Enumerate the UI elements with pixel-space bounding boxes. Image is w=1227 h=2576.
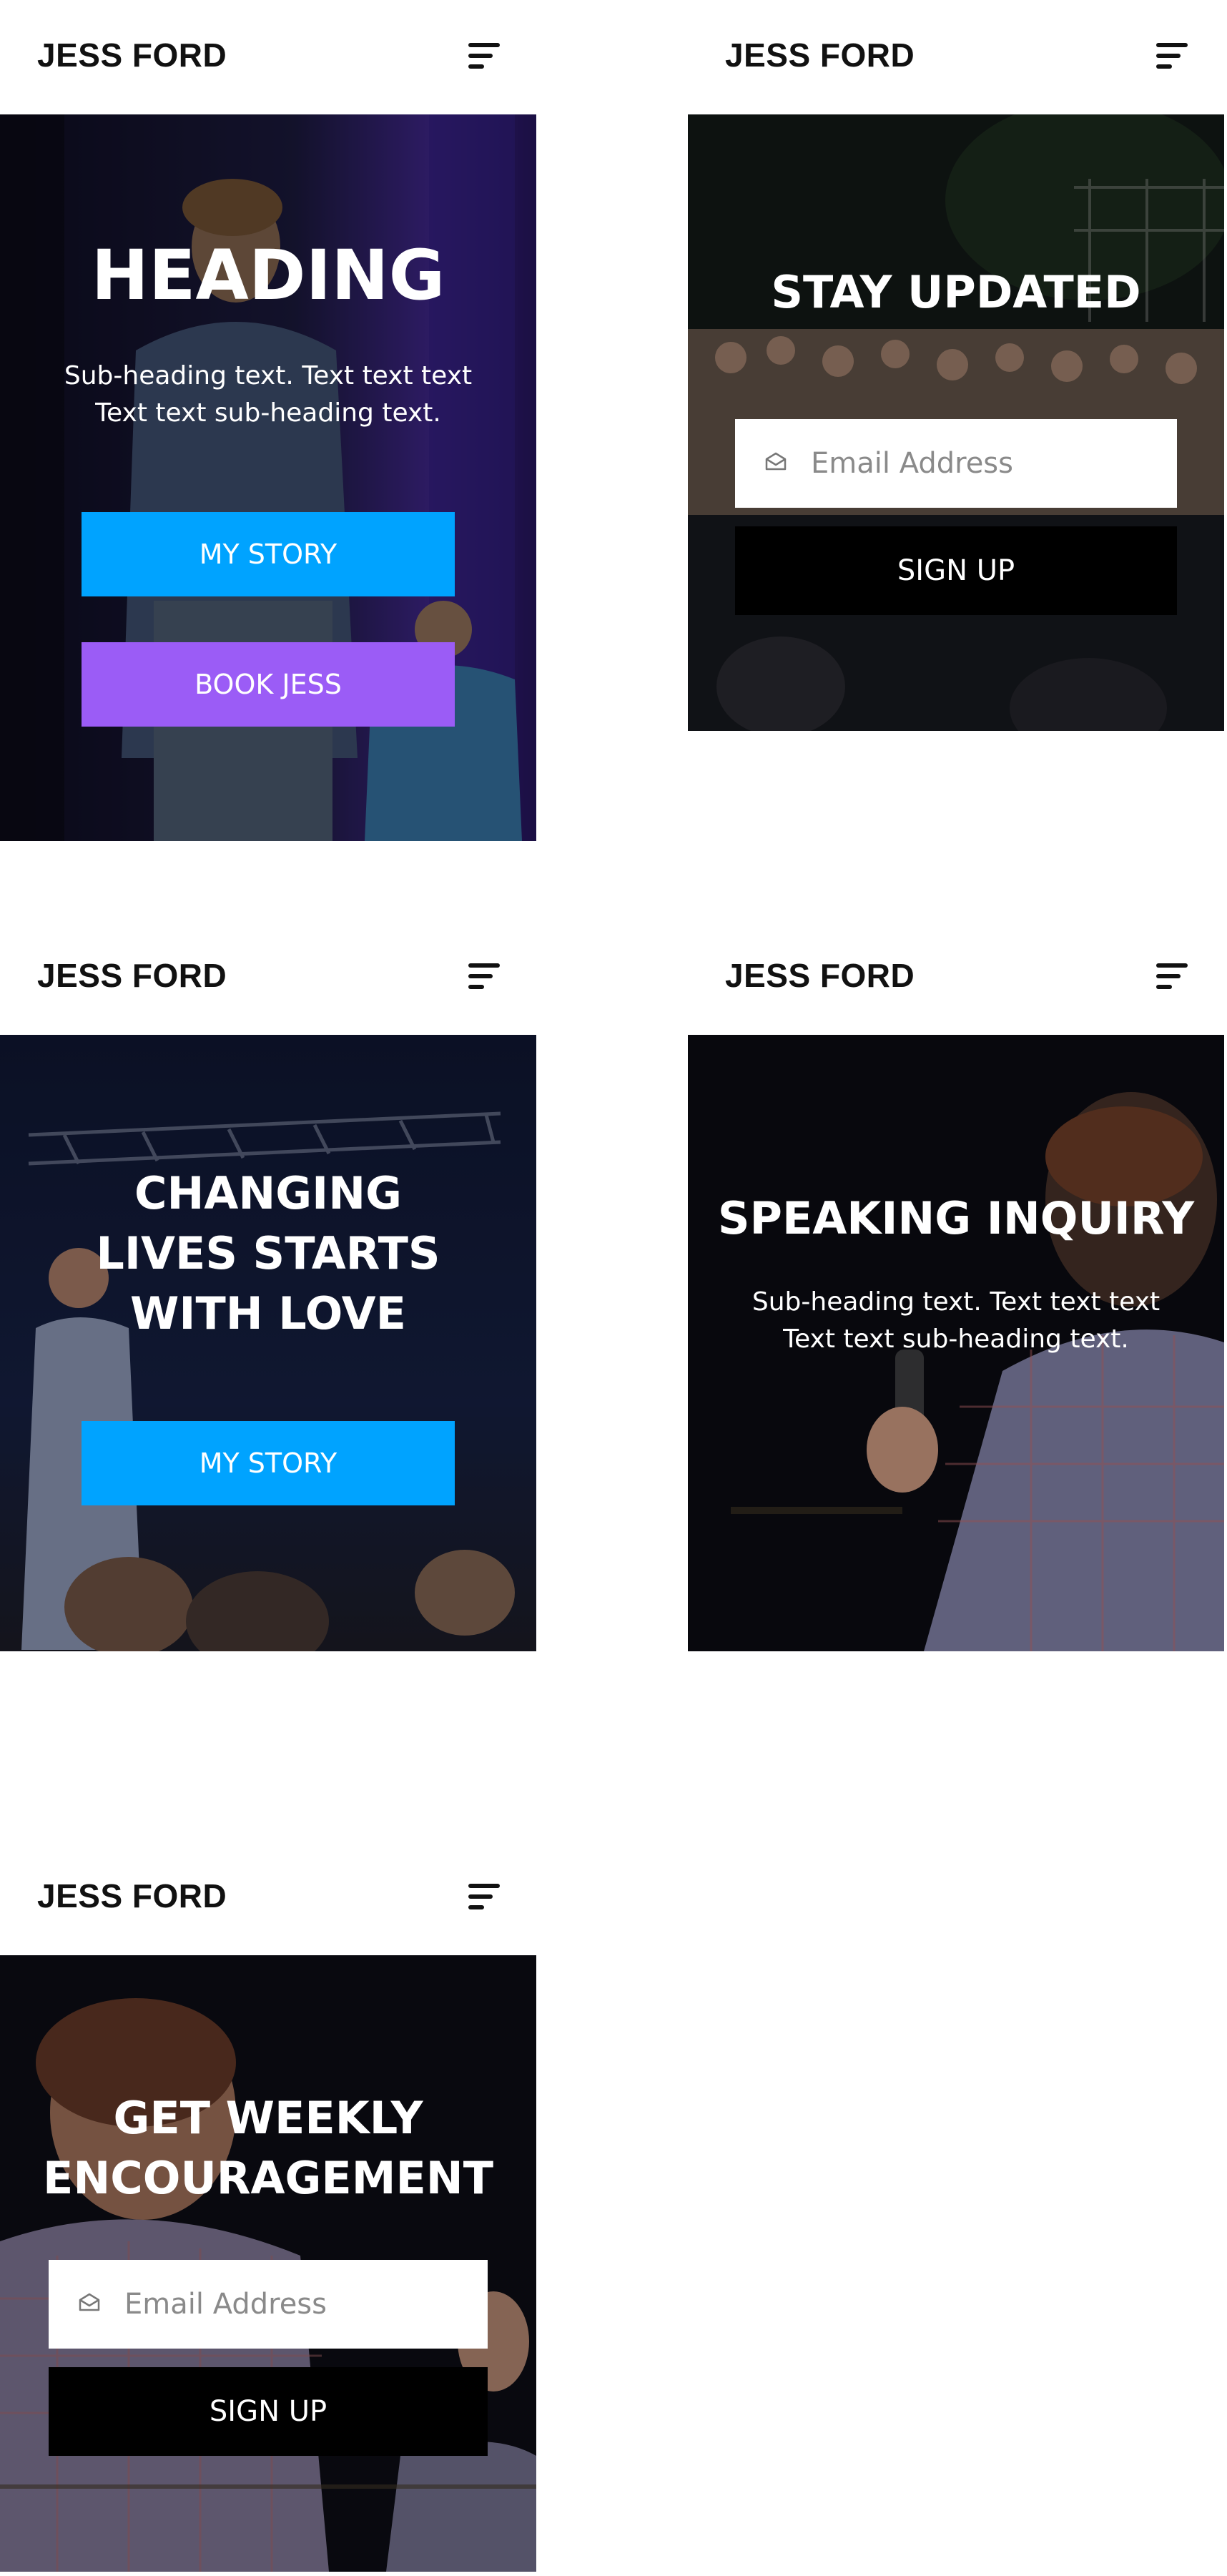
hero-heading: GET WEEKLY ENCOURAGEMENT bbox=[43, 2092, 493, 2204]
hero-subheading: Sub-heading text. Text text text Text te… bbox=[64, 361, 473, 428]
email-input[interactable] bbox=[124, 2260, 453, 2349]
hero-section: STAY UPDATED SIGN UP bbox=[688, 114, 1224, 731]
screen-speaking-inquiry: JESS FORD SPEAKING INQUIRY Sub-heading t… bbox=[688, 920, 1224, 1651]
envelope-icon bbox=[79, 2293, 100, 2311]
header: JESS FORD bbox=[688, 920, 1224, 1035]
sign-up-button[interactable]: SIGN UP bbox=[735, 526, 1177, 615]
book-jess-button[interactable]: BOOK JESS bbox=[82, 642, 455, 727]
header: JESS FORD bbox=[0, 0, 536, 114]
hero-section: SPEAKING INQUIRY Sub-heading text. Text … bbox=[688, 1035, 1224, 1651]
my-story-button[interactable]: MY STORY bbox=[82, 1421, 455, 1505]
hamburger-icon[interactable] bbox=[1156, 43, 1188, 72]
header: JESS FORD bbox=[688, 0, 1224, 114]
screen-changing-lives: JESS FORD CHANGING LIVES STARTS WITH LOV… bbox=[0, 920, 536, 1651]
header: JESS FORD bbox=[0, 920, 536, 1035]
screen-stay-updated: JESS FORD STAY UPDATED Email Address SIG… bbox=[688, 0, 1224, 731]
hero-heading: HEADING bbox=[91, 235, 445, 315]
email-field[interactable] bbox=[49, 2260, 488, 2349]
email-input[interactable] bbox=[811, 419, 1140, 508]
brand-logo[interactable]: JESS FORD bbox=[725, 36, 915, 74]
hero-section: HEADING Sub-heading text. Text text text… bbox=[0, 114, 536, 841]
hamburger-icon[interactable] bbox=[468, 1884, 500, 1912]
hamburger-icon[interactable] bbox=[468, 43, 500, 72]
brand-logo[interactable]: JESS FORD bbox=[37, 36, 227, 74]
hero-heading: STAY UPDATED bbox=[771, 266, 1141, 318]
envelope-icon bbox=[765, 452, 787, 471]
hamburger-icon[interactable] bbox=[1156, 963, 1188, 992]
screen-heading: JESS FORD HEADING Sub-heading text. Text… bbox=[0, 0, 536, 841]
hero-section: CHANGING LIVES STARTS WITH LOVE MY STORY bbox=[0, 1035, 536, 1651]
my-story-button[interactable]: MY STORY bbox=[82, 512, 455, 596]
brand-logo[interactable]: JESS FORD bbox=[37, 956, 227, 995]
hamburger-icon[interactable] bbox=[468, 963, 500, 992]
sign-up-button[interactable]: SIGN UP bbox=[49, 2367, 488, 2456]
header: JESS FORD bbox=[0, 1841, 536, 1955]
hero-subheading: Sub-heading text. Text text text Text te… bbox=[752, 1287, 1161, 1354]
hero-heading: SPEAKING INQUIRY bbox=[717, 1192, 1195, 1244]
screen-weekly-encouragement: JESS FORD GET WEEKLY ENCOURAGEMENT S bbox=[0, 1841, 536, 2576]
brand-logo[interactable]: JESS FORD bbox=[725, 956, 915, 995]
email-field[interactable] bbox=[735, 419, 1177, 508]
hero-section: GET WEEKLY ENCOURAGEMENT SIGN UP bbox=[0, 1955, 536, 2572]
brand-logo[interactable]: JESS FORD bbox=[37, 1877, 227, 1915]
photo-overlay bbox=[0, 114, 536, 841]
hero-heading: CHANGING LIVES STARTS WITH LOVE bbox=[96, 1167, 440, 1339]
